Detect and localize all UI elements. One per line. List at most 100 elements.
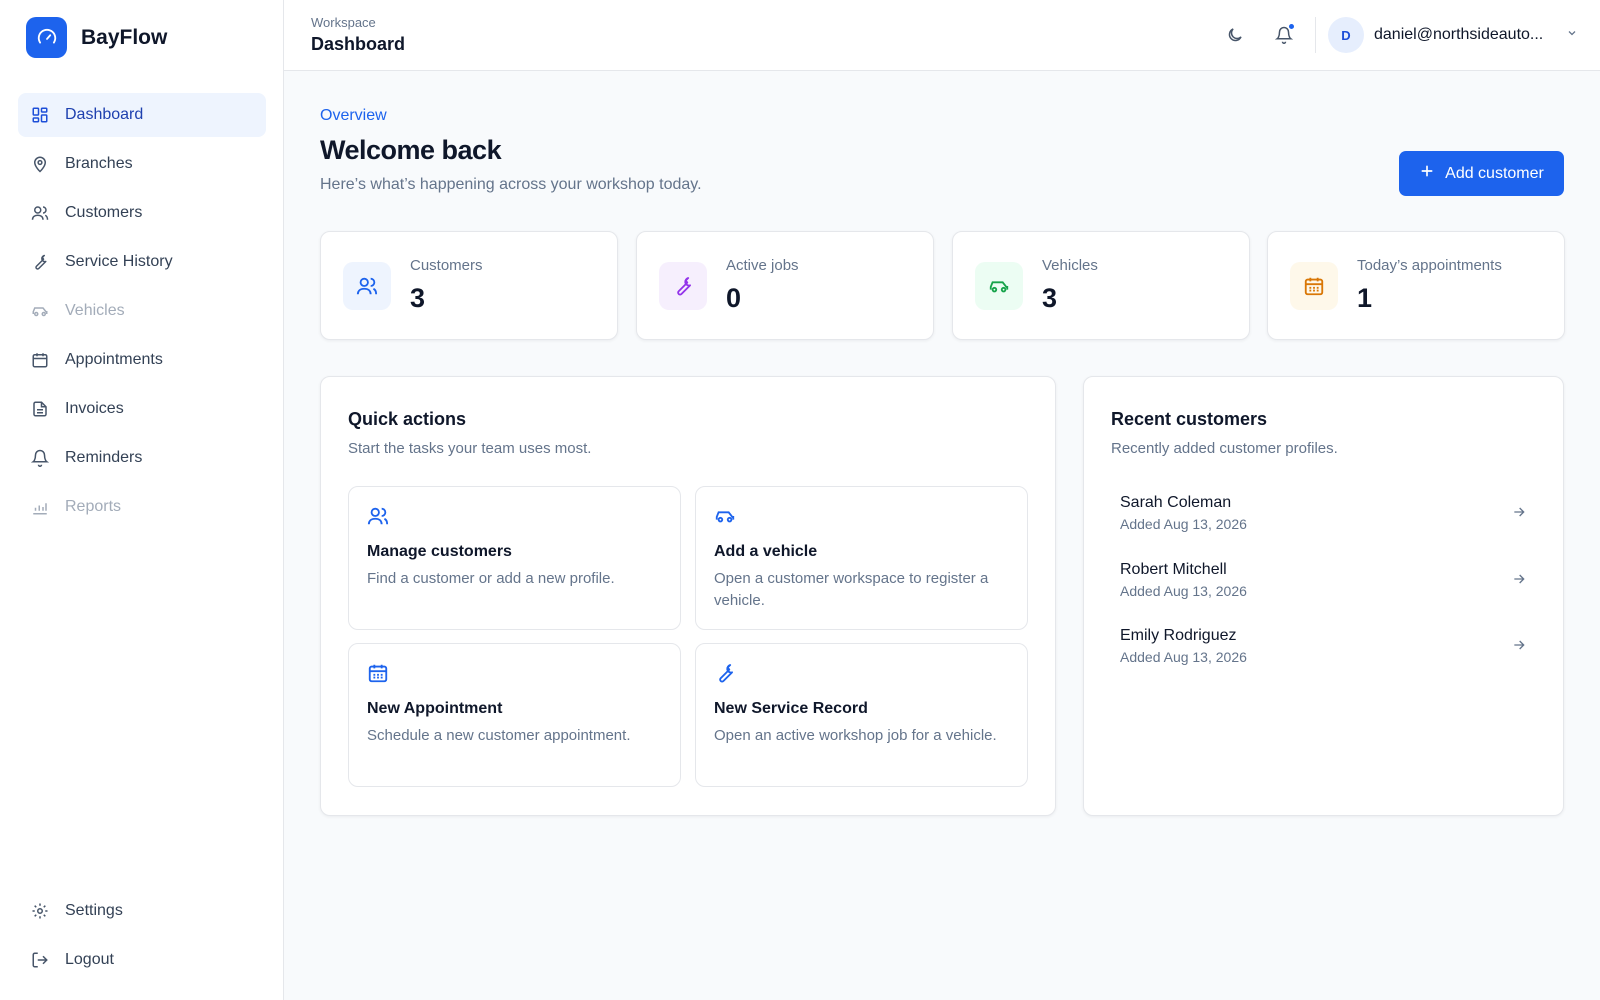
quick-action-manage-customers[interactable]: Manage customers Find a customer or add … <box>348 486 681 630</box>
sidebar-item-reports[interactable]: Reports <box>18 485 266 529</box>
notifications-bell-icon[interactable] <box>1273 23 1295 46</box>
notification-dot <box>1288 23 1295 30</box>
section-eyebrow: Overview <box>320 107 387 124</box>
customer-added-date: Added Aug 13, 2026 <box>1120 649 1247 665</box>
sidebar-item-label: Reminders <box>65 449 143 466</box>
arrow-right-icon <box>1511 571 1529 589</box>
wrench-icon <box>31 253 49 271</box>
stat-card-appointments: Today’s appointments 1 <box>1267 231 1565 340</box>
customer-name: Sarah Coleman <box>1120 494 1232 511</box>
quick-action-title: New Service Record <box>714 700 868 717</box>
welcome-subtitle: Here’s what’s happening across your work… <box>320 176 702 193</box>
sidebar-item-appointments[interactable]: Appointments <box>18 338 266 382</box>
header-divider <box>1315 17 1316 53</box>
sidebar-item-label: Vehicles <box>65 302 125 319</box>
users-icon <box>343 262 391 310</box>
sidebar-item-invoices[interactable]: Invoices <box>18 387 266 431</box>
sidebar-item-service-history[interactable]: Service History <box>18 240 266 284</box>
quick-action-desc: Schedule a new customer appointment. <box>367 727 631 744</box>
arrow-right-icon <box>1511 504 1529 522</box>
sidebar-item-label: Dashboard <box>65 106 144 123</box>
quick-action-new-service-record[interactable]: New Service Record Open an active worksh… <box>695 643 1028 787</box>
stat-value: 1 <box>1357 283 1373 313</box>
quick-action-new-appointment[interactable]: New Appointment Schedule a new customer … <box>348 643 681 787</box>
customer-added-date: Added Aug 13, 2026 <box>1120 516 1247 532</box>
sidebar-item-label: Settings <box>65 902 123 919</box>
quick-actions-panel: Quick actions Start the tasks your team … <box>320 376 1056 816</box>
stat-card-active-jobs: Active jobs 0 <box>636 231 934 340</box>
users-icon <box>367 505 391 529</box>
users-icon <box>31 204 49 222</box>
sidebar-item-branches[interactable]: Branches <box>18 142 266 186</box>
customer-name: Robert Mitchell <box>1120 561 1227 578</box>
arrow-right-icon <box>1511 637 1529 655</box>
wrench-icon <box>714 662 738 686</box>
calendar-icon <box>1290 262 1338 310</box>
sidebar: BayFlow Dashboard Branches Customers Ser… <box>0 0 284 1000</box>
sidebar-item-label: Branches <box>65 155 133 172</box>
stat-card-customers: Customers 3 <box>320 231 618 340</box>
stat-card-vehicles: Vehicles 3 <box>952 231 1250 340</box>
file-icon <box>31 400 49 418</box>
wrench-icon <box>659 262 707 310</box>
stat-label: Today’s appointments <box>1357 257 1502 274</box>
sidebar-item-logout[interactable]: Logout <box>18 938 266 982</box>
welcome-heading: Welcome back <box>320 135 502 165</box>
stat-value: 0 <box>726 283 742 313</box>
quick-action-desc: Open an active workshop job for a vehicl… <box>714 727 997 744</box>
sidebar-item-settings[interactable]: Settings <box>18 889 266 933</box>
quick-action-desc: Open a customer workspace to register a … <box>714 570 989 609</box>
brand[interactable]: BayFlow <box>26 17 167 58</box>
sidebar-item-vehicles[interactable]: Vehicles <box>18 289 266 333</box>
chart-icon <box>31 498 49 516</box>
gear-icon <box>31 902 49 920</box>
customer-row[interactable]: Emily Rodriguez Added Aug 13, 2026 <box>1111 617 1537 677</box>
page-title: Dashboard <box>311 34 406 54</box>
quick-action-add-vehicle[interactable]: Add a vehicle Open a customer workspace … <box>695 486 1028 630</box>
calendar-icon <box>367 662 391 686</box>
stat-label: Vehicles <box>1042 257 1098 274</box>
stat-label: Customers <box>410 257 483 274</box>
calendar-icon <box>31 351 49 369</box>
breadcrumb: Workspace <box>311 15 376 30</box>
moon-icon[interactable] <box>1224 24 1246 46</box>
stat-label: Active jobs <box>726 257 799 274</box>
bell-icon <box>31 449 49 467</box>
brand-name: BayFlow <box>81 25 168 49</box>
sidebar-item-dashboard[interactable]: Dashboard <box>18 93 266 137</box>
sidebar-bottom-nav: Settings Logout <box>18 889 266 987</box>
customer-name: Emily Rodriguez <box>1120 627 1237 644</box>
quick-action-desc: Find a customer or add a new profile. <box>367 570 615 587</box>
avatar: D <box>1328 17 1364 53</box>
car-icon <box>31 302 49 320</box>
panel-subtitle: Start the tasks your team uses most. <box>348 440 592 457</box>
customer-row[interactable]: Robert Mitchell Added Aug 13, 2026 <box>1111 551 1537 611</box>
quick-action-title: Add a vehicle <box>714 543 818 560</box>
sidebar-item-reminders[interactable]: Reminders <box>18 436 266 480</box>
panel-title: Quick actions <box>348 409 467 429</box>
sidebar-item-label: Invoices <box>65 400 124 417</box>
plus-icon <box>1419 163 1435 184</box>
user-email: daniel@northsideauto... <box>1374 26 1544 43</box>
logout-icon <box>31 951 49 969</box>
quick-action-title: New Appointment <box>367 700 503 717</box>
recent-customers-panel: Recent customers Recently added customer… <box>1083 376 1564 816</box>
quick-action-title: Manage customers <box>367 543 512 560</box>
sidebar-item-label: Appointments <box>65 351 163 368</box>
stat-value: 3 <box>1042 283 1058 313</box>
dashboard-icon <box>31 106 49 124</box>
chevron-down-icon <box>1566 26 1578 44</box>
gauge-icon <box>26 17 67 58</box>
panel-title: Recent customers <box>1111 409 1268 429</box>
stat-value: 3 <box>410 283 426 313</box>
sidebar-item-label: Logout <box>65 951 114 968</box>
top-header: Workspace Dashboard D daniel@northsideau… <box>284 0 1600 71</box>
car-icon <box>975 262 1023 310</box>
sidebar-nav: Dashboard Branches Customers Service His… <box>18 93 266 534</box>
sidebar-item-customers[interactable]: Customers <box>18 191 266 235</box>
add-customer-button[interactable]: Add customer <box>1399 151 1564 196</box>
customer-added-date: Added Aug 13, 2026 <box>1120 583 1247 599</box>
customer-row[interactable]: Sarah Coleman Added Aug 13, 2026 <box>1111 484 1537 544</box>
user-menu[interactable]: D daniel@northsideauto... <box>1328 17 1578 53</box>
map-pin-icon <box>31 155 49 173</box>
